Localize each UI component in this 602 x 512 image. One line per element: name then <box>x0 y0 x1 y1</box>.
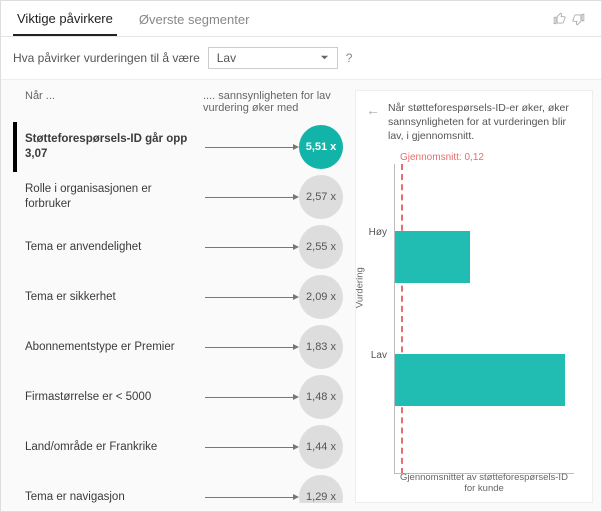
bar-chart: Gjennomsnitt: 0,12 Vurdering Gjennomsnit… <box>366 150 582 496</box>
column-headers: Når ... .... sannsynligheten for lav vur… <box>9 90 349 122</box>
bar[interactable] <box>395 354 565 406</box>
content-area: Når ... .... sannsynligheten for lav vur… <box>1 80 601 511</box>
selection-indicator <box>13 122 17 172</box>
back-arrow-icon[interactable]: ← <box>366 101 380 144</box>
factor-value-bubble: 5,51 x <box>299 125 343 169</box>
selection-indicator <box>13 272 17 322</box>
selection-indicator <box>13 372 17 422</box>
factor-label: Tema er anvendelighet <box>25 240 205 255</box>
factor-label: Støtteforespørsels-ID går opp 3,07 <box>25 132 205 162</box>
factor-label: Rolle i organisasjonen er forbruker <box>25 182 205 212</box>
factor-value-bubble: 2,57 x <box>299 175 343 219</box>
factor-arrow <box>205 147 295 148</box>
tab-top-segments[interactable]: Øverste segmenter <box>135 8 254 35</box>
detail-panel: ← Når støtteforespørsels-ID-er øker, øke… <box>355 90 593 503</box>
feedback-controls <box>553 12 589 31</box>
thumbs-up-icon[interactable] <box>553 12 567 31</box>
factor-label: Abonnementstype er Premier <box>25 340 205 355</box>
key-influencers-visual: Viktige påvirkere Øverste segmenter Hva … <box>0 0 602 512</box>
selection-indicator <box>13 222 17 272</box>
factor-row[interactable]: Firmastørrelse er < 5000 1,48 x <box>9 372 349 422</box>
help-icon[interactable]: ? <box>346 51 353 65</box>
selection-indicator <box>13 472 17 503</box>
factor-arrow <box>205 397 295 398</box>
detail-description: Når støtteforespørsels-ID-er øker, øker … <box>388 101 582 144</box>
factor-row[interactable]: Rolle i organisasjonen er forbruker 2,57… <box>9 172 349 222</box>
x-axis-title: Gjennomsnittet av støtteforespørsels-ID … <box>394 472 574 494</box>
factor-label: Land/område er Frankrike <box>25 440 205 455</box>
factor-arrow <box>205 447 295 448</box>
header-when: Når ... <box>15 90 203 114</box>
bars-container: Høy Lav <box>395 164 574 474</box>
bar[interactable] <box>395 231 470 283</box>
header-likelihood: .... sannsynligheten for lav vurdering ø… <box>203 90 343 114</box>
chevron-down-icon <box>320 51 329 65</box>
factor-label: Tema er sikkerhet <box>25 290 205 305</box>
factor-arrow <box>205 347 295 348</box>
question-row: Hva påvirker vurderingen til å være Lav … <box>1 37 601 80</box>
selection-indicator <box>13 322 17 372</box>
select-value: Lav <box>217 51 236 65</box>
factor-value-bubble: 1,44 x <box>299 425 343 469</box>
factor-value-bubble: 1,29 x <box>299 475 343 503</box>
factor-row[interactable]: Abonnementstype er Premier 1,83 x <box>9 322 349 372</box>
category-label: Lav <box>371 350 387 361</box>
bar-row-wrap: Høy <box>395 227 574 287</box>
avg-line-label: Gjennomsnitt: 0,12 <box>400 152 484 163</box>
bar-row <box>395 227 574 287</box>
factors-list: Støtteforespørsels-ID går opp 3,07 5,51 … <box>9 122 349 503</box>
factor-row[interactable]: Tema er anvendelighet 2,55 x <box>9 222 349 272</box>
y-axis-title: Vurdering <box>355 267 366 308</box>
detail-header: ← Når støtteforespørsels-ID-er øker, øke… <box>366 101 582 150</box>
bar-row <box>395 350 574 410</box>
factor-value-bubble: 1,83 x <box>299 325 343 369</box>
factor-row[interactable]: Tema er sikkerhet 2,09 x <box>9 272 349 322</box>
factor-value-bubble: 2,55 x <box>299 225 343 269</box>
factor-arrow <box>205 297 295 298</box>
selection-indicator <box>13 422 17 472</box>
target-value-select[interactable]: Lav <box>208 47 338 69</box>
factor-label: Tema er navigasjon <box>25 490 205 503</box>
factor-row[interactable]: Land/område er Frankrike 1,44 x <box>9 422 349 472</box>
factor-value-bubble: 1,48 x <box>299 375 343 419</box>
tab-key-influencers[interactable]: Viktige påvirkere <box>13 7 117 36</box>
thumbs-down-icon[interactable] <box>571 12 585 31</box>
factor-arrow <box>205 197 295 198</box>
factor-value-bubble: 2,09 x <box>299 275 343 319</box>
factor-row[interactable]: Støtteforespørsels-ID går opp 3,07 5,51 … <box>9 122 349 172</box>
question-prefix: Hva påvirker vurderingen til å være <box>13 51 200 65</box>
category-label: Høy <box>369 227 387 238</box>
bar-row-wrap: Lav <box>395 350 574 410</box>
factor-arrow <box>205 497 295 498</box>
factor-row[interactable]: Tema er navigasjon 1,29 x <box>9 472 349 503</box>
factor-arrow <box>205 247 295 248</box>
influencers-panel: Når ... .... sannsynligheten for lav vur… <box>9 90 349 503</box>
selection-indicator <box>13 172 17 222</box>
tab-bar: Viktige påvirkere Øverste segmenter <box>1 1 601 37</box>
factor-label: Firmastørrelse er < 5000 <box>25 390 205 405</box>
